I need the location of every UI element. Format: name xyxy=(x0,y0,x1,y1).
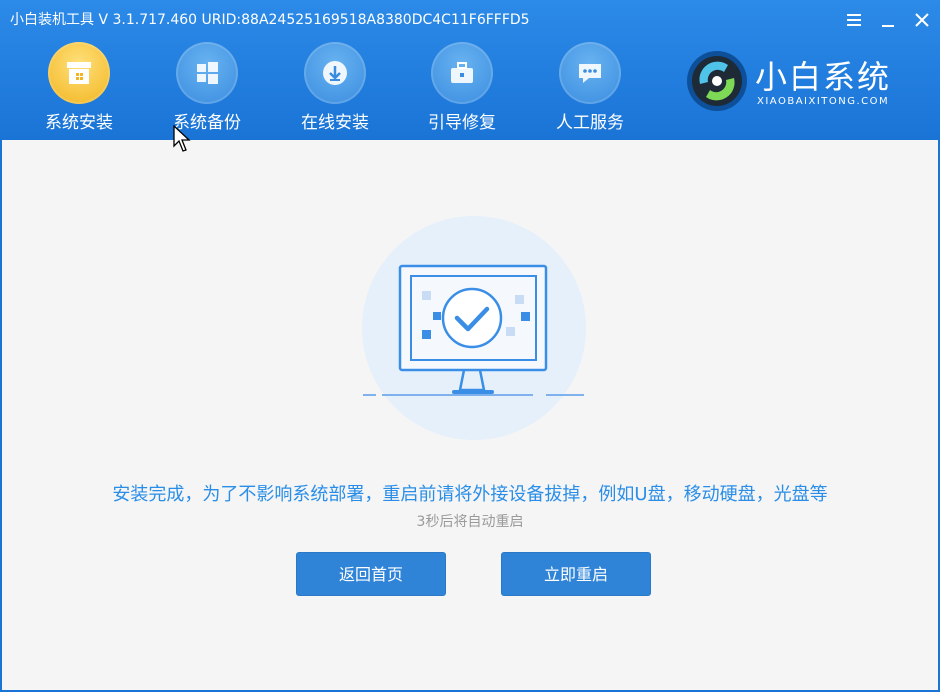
windows-icon xyxy=(197,62,218,84)
minimize-button[interactable] xyxy=(876,8,900,32)
nav-label: 在线安装 xyxy=(301,113,369,133)
nav-label: 系统安装 xyxy=(45,113,113,133)
brand-name: 小白系统 xyxy=(755,58,892,96)
menu-button[interactable] xyxy=(842,8,866,32)
nav-system-install[interactable]: 系统安装 xyxy=(29,40,129,133)
mouse-cursor-icon xyxy=(173,125,191,152)
chat-icon xyxy=(579,64,601,83)
nav-online-install[interactable]: 在线安装 xyxy=(285,40,385,133)
nav-label: 人工服务 xyxy=(556,113,624,133)
restart-now-button[interactable]: 立即重启 xyxy=(501,552,651,596)
brand-subtitle: XIAOBAIXITONG.COM xyxy=(757,96,890,107)
window-title: 小白装机工具 V 3.1.717.460 URID:88A24525169518… xyxy=(10,12,530,28)
nav-manual-service[interactable]: 人工服务 xyxy=(540,40,640,133)
close-icon xyxy=(915,13,929,27)
countdown-text: 3秒后将自动重启 xyxy=(416,514,524,530)
nav-boot-repair[interactable]: 引导修复 xyxy=(412,40,512,133)
back-home-button[interactable]: 返回首页 xyxy=(296,552,446,596)
close-button[interactable] xyxy=(910,8,934,32)
box-icon xyxy=(67,62,91,84)
install-complete-illustration xyxy=(362,216,586,440)
nav-label: 引导修复 xyxy=(428,113,496,133)
brand-logo-icon xyxy=(687,51,747,111)
download-icon xyxy=(323,61,347,85)
completion-message: 安装完成，为了不影响系统部署，重启前请将外接设备拔掉，例如U盘，移动硬盘，光盘等 xyxy=(112,484,828,505)
nav-label: 系统备份 xyxy=(173,113,241,133)
nav-system-backup[interactable]: 系统备份 xyxy=(157,40,257,133)
toolbox-icon xyxy=(451,62,473,83)
title-bar: 小白装机工具 V 3.1.717.460 URID:88A24525169518… xyxy=(0,0,940,140)
